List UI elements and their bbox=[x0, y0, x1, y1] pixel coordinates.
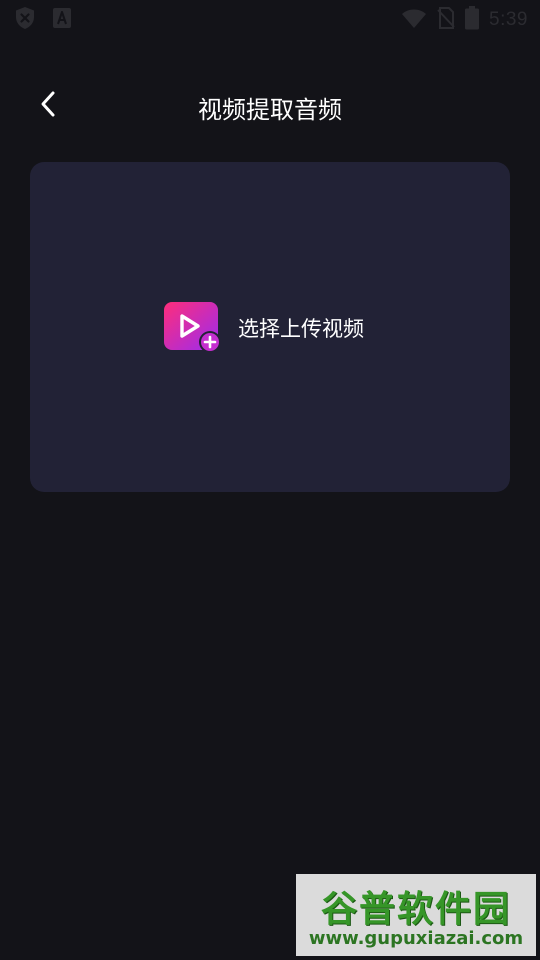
upload-video-label: 选择上传视频 bbox=[238, 317, 364, 341]
upload-video-card[interactable]: 选择上传视频 bbox=[30, 162, 510, 492]
top-bar: 视频提取音频 bbox=[0, 80, 540, 132]
wifi-icon bbox=[401, 7, 427, 33]
status-left-icons bbox=[14, 6, 72, 34]
no-sim-icon bbox=[437, 7, 455, 33]
status-bar: 5:39 bbox=[0, 0, 540, 36]
status-right-icons: 5:39 bbox=[401, 6, 528, 34]
watermark: 谷普软件园 www.gupuxiazai.com bbox=[296, 874, 536, 956]
watermark-brand: 谷普软件园 bbox=[320, 889, 511, 930]
font-a-icon bbox=[52, 7, 72, 33]
page-title: 视频提取音频 bbox=[198, 96, 342, 124]
video-add-icon bbox=[164, 302, 222, 354]
upload-video-content[interactable]: 选择上传视频 bbox=[164, 302, 364, 354]
battery-icon bbox=[465, 6, 480, 34]
status-time: 5:39 bbox=[489, 9, 528, 30]
shield-x-icon bbox=[14, 6, 36, 34]
watermark-url: www.gupuxiazai.com bbox=[308, 928, 524, 949]
